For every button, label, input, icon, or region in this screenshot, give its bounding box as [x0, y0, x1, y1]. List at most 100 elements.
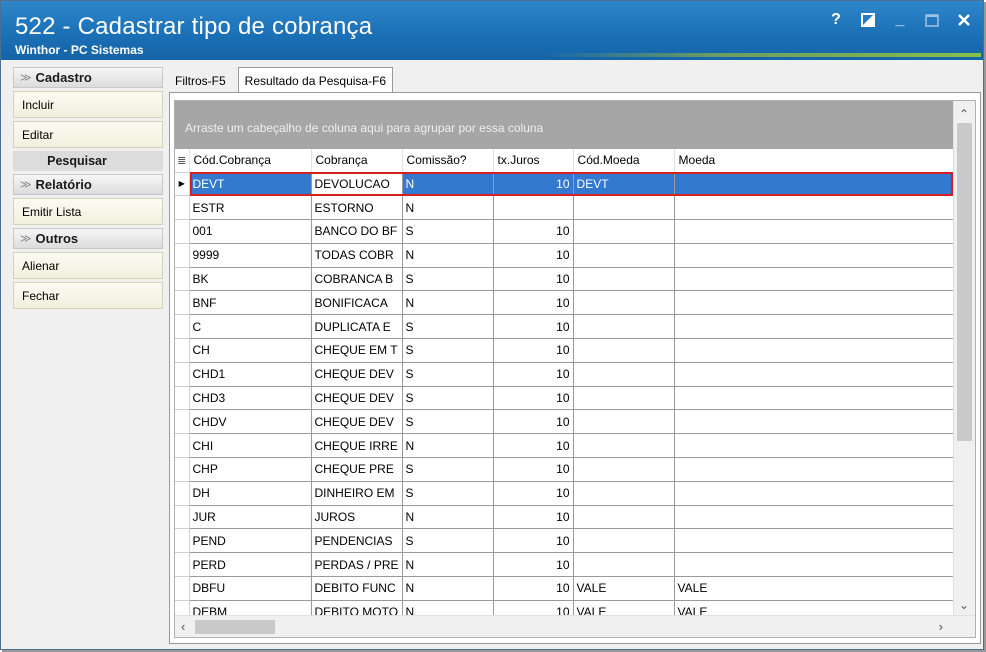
- table-row[interactable]: CHD1 CHEQUE DEV S 10: [175, 362, 958, 387]
- row-indicator[interactable]: [175, 552, 190, 578]
- cell-comissao[interactable]: N: [402, 243, 494, 268]
- cell-tx-juros[interactable]: 10: [493, 219, 574, 244]
- row-indicator[interactable]: [175, 481, 190, 506]
- cell-moeda[interactable]: [674, 290, 958, 316]
- row-indicator[interactable]: [175, 457, 190, 482]
- cell-moeda[interactable]: [674, 338, 958, 363]
- row-indicator[interactable]: [175, 290, 190, 316]
- cell-cod-moeda[interactable]: [573, 195, 675, 221]
- vertical-scroll-thumb[interactable]: [957, 123, 972, 441]
- table-row[interactable]: ESTR ESTORNO N: [175, 195, 958, 221]
- cell-cod-cobranca[interactable]: C: [189, 314, 312, 340]
- cell-cobranca[interactable]: DEBITO FUNC: [311, 576, 403, 601]
- cell-tx-juros[interactable]: 10: [493, 457, 574, 482]
- cell-tx-juros[interactable]: 10: [493, 433, 574, 459]
- cell-cod-cobranca[interactable]: DH: [189, 481, 312, 506]
- cell-moeda[interactable]: [674, 505, 958, 530]
- cell-cobranca[interactable]: CHEQUE PRE: [311, 457, 403, 482]
- cell-cod-cobranca[interactable]: CHDV: [189, 409, 312, 435]
- cell-cod-moeda[interactable]: [573, 433, 675, 459]
- title-bar[interactable]: 522 - Cadastrar tipo de cobrança Winthor…: [1, 1, 983, 60]
- cell-comissao[interactable]: S: [402, 528, 494, 554]
- cell-cod-moeda[interactable]: [573, 267, 675, 292]
- cell-cobranca[interactable]: CHEQUE DEV: [311, 409, 403, 435]
- cell-cod-cobranca[interactable]: BK: [189, 267, 312, 292]
- cell-cod-cobranca[interactable]: CHD3: [189, 386, 312, 411]
- cell-tx-juros[interactable]: 10: [493, 338, 574, 363]
- cell-comissao[interactable]: S: [402, 481, 494, 506]
- column-header-moeda[interactable]: Moeda: [674, 149, 958, 173]
- cell-moeda[interactable]: VALE: [674, 576, 958, 601]
- table-row[interactable]: CHDV CHEQUE DEV S 10: [175, 409, 958, 435]
- cell-cobranca[interactable]: COBRANCA B: [311, 267, 403, 292]
- cell-cod-cobranca[interactable]: DBFU: [189, 576, 312, 601]
- cell-comissao[interactable]: N: [402, 552, 494, 578]
- editar-button[interactable]: Editar: [13, 121, 163, 148]
- cell-comissao[interactable]: N: [402, 195, 494, 221]
- cell-comissao[interactable]: S: [402, 338, 494, 363]
- cell-tx-juros[interactable]: 10: [493, 481, 574, 506]
- scroll-down-icon[interactable]: ⌄: [959, 598, 969, 612]
- cell-cobranca[interactable]: TODAS COBR: [311, 243, 403, 268]
- scroll-right-icon[interactable]: ›: [939, 619, 943, 634]
- cell-cod-moeda[interactable]: [573, 457, 675, 482]
- table-row[interactable]: CHD3 CHEQUE DEV S 10: [175, 386, 958, 411]
- cell-cobranca[interactable]: BANCO DO BF: [311, 219, 403, 244]
- cell-tx-juros[interactable]: 10: [493, 267, 574, 292]
- cell-comissao[interactable]: N: [402, 505, 494, 530]
- cell-cobranca[interactable]: PENDENCIAS: [311, 528, 403, 554]
- cell-cobranca[interactable]: CHEQUE IRRE: [311, 433, 403, 459]
- section-relatorio-header[interactable]: ≫ Relatório: [13, 174, 163, 195]
- cell-moeda[interactable]: [674, 481, 958, 506]
- cell-cod-moeda[interactable]: [573, 362, 675, 387]
- row-indicator[interactable]: [175, 386, 190, 411]
- cell-cod-cobranca[interactable]: CHI: [189, 433, 312, 459]
- row-indicator[interactable]: [175, 576, 190, 601]
- emitir-lista-button[interactable]: Emitir Lista: [13, 198, 163, 225]
- cell-tx-juros[interactable]: 10: [493, 290, 574, 316]
- table-row[interactable]: ▶ DEVT DEVOLUCAO N 10 DEVT: [175, 172, 958, 197]
- cell-cobranca[interactable]: CHEQUE DEV: [311, 362, 403, 387]
- table-row[interactable]: CHP CHEQUE PRE S 10: [175, 457, 958, 482]
- section-outros-header[interactable]: ≫ Outros: [13, 228, 163, 249]
- table-row[interactable]: BK COBRANCA B S 10: [175, 267, 958, 292]
- row-indicator[interactable]: [175, 243, 190, 268]
- cell-moeda[interactable]: [674, 267, 958, 292]
- table-row[interactable]: PERD PERDAS / PRE N 10: [175, 552, 958, 578]
- cell-cod-moeda[interactable]: [573, 481, 675, 506]
- cell-cod-cobranca[interactable]: 001: [189, 219, 312, 244]
- cell-cod-cobranca[interactable]: CH: [189, 338, 312, 363]
- table-row[interactable]: 001 BANCO DO BF S 10: [175, 219, 958, 244]
- column-header-tx-juros[interactable]: tx.Juros: [493, 149, 574, 173]
- cell-tx-juros[interactable]: 10: [493, 172, 574, 197]
- table-row[interactable]: CH CHEQUE EM T S 10: [175, 338, 958, 363]
- cell-cobranca[interactable]: ESTORNO: [311, 195, 403, 221]
- horizontal-scrollbar[interactable]: ‹ ›: [175, 615, 975, 637]
- cell-cod-cobranca[interactable]: DEVT: [189, 172, 312, 197]
- table-row[interactable]: C DUPLICATA E S 10: [175, 314, 958, 340]
- cell-moeda[interactable]: [674, 386, 958, 411]
- alienar-button[interactable]: Alienar: [13, 252, 163, 279]
- row-indicator[interactable]: [175, 505, 190, 530]
- row-indicator[interactable]: [175, 267, 190, 292]
- cell-moeda[interactable]: [674, 314, 958, 340]
- cell-cod-moeda[interactable]: [573, 338, 675, 363]
- cell-cod-cobranca[interactable]: CHD1: [189, 362, 312, 387]
- row-indicator[interactable]: [175, 195, 190, 221]
- row-indicator[interactable]: [175, 433, 190, 459]
- cell-comissao[interactable]: N: [402, 576, 494, 601]
- row-indicator[interactable]: [175, 219, 190, 244]
- cell-moeda[interactable]: [674, 195, 958, 221]
- cell-cod-moeda[interactable]: VALE: [573, 576, 675, 601]
- cell-cod-moeda[interactable]: [573, 314, 675, 340]
- cell-cod-moeda[interactable]: DEVT: [573, 172, 675, 197]
- cell-tx-juros[interactable]: 10: [493, 576, 574, 601]
- cell-tx-juros[interactable]: 10: [493, 552, 574, 578]
- cell-cobranca[interactable]: DUPLICATA E: [311, 314, 403, 340]
- cell-cod-cobranca[interactable]: JUR: [189, 505, 312, 530]
- cell-comissao[interactable]: N: [402, 290, 494, 316]
- group-by-panel[interactable]: Arraste um cabeçalho de coluna aqui para…: [175, 101, 953, 149]
- table-row[interactable]: DBFU DEBITO FUNC N 10 VALE VALE: [175, 576, 958, 601]
- column-header-cod-cobranca[interactable]: Cód.Cobrança: [189, 149, 312, 173]
- cell-cod-cobranca[interactable]: 9999: [189, 243, 312, 268]
